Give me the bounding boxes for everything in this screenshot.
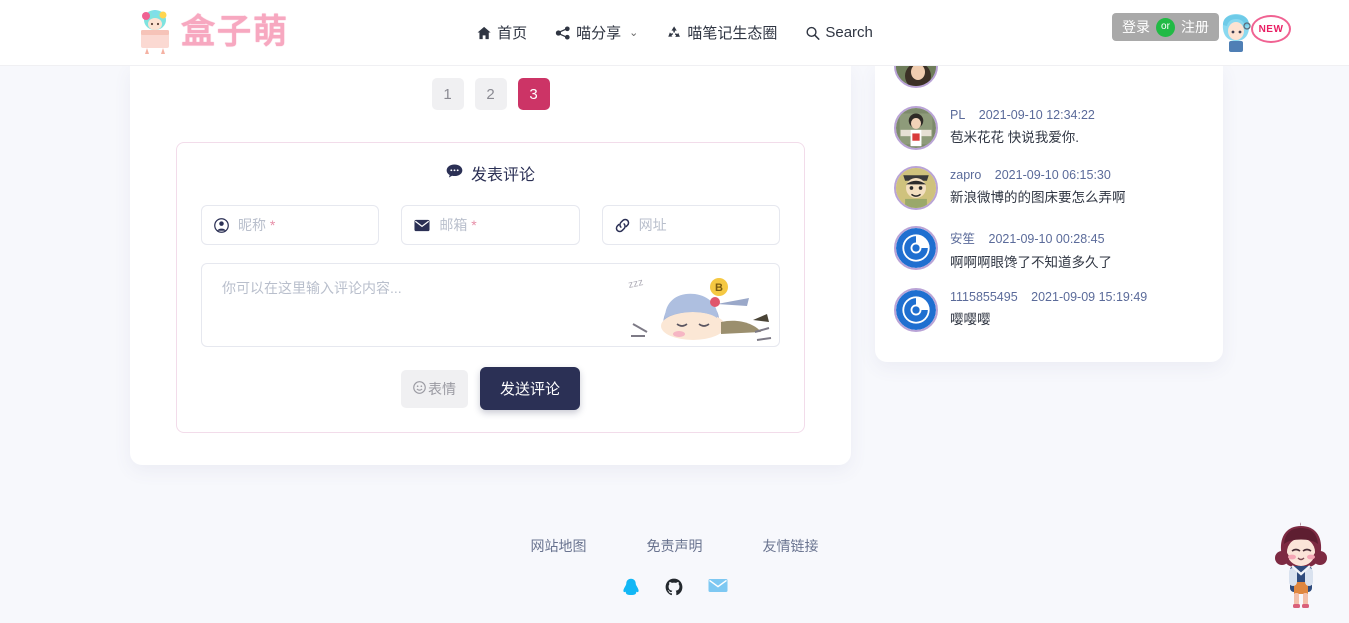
emoji-button[interactable]: 表情	[400, 369, 468, 408]
comment-author: 1115855495	[950, 289, 1018, 304]
svg-text:B: B	[715, 282, 723, 294]
comment-text: 苞米花花 快说我爱你.	[950, 130, 1080, 145]
blue-haired-girl-icon	[1217, 13, 1255, 53]
comment-text: 嘤嘤嘤	[950, 311, 991, 327]
pagination: 1 2 3	[130, 66, 851, 128]
comment-meta: 1115855495 2021-09-09 15:19:49	[950, 290, 1147, 304]
chibi-girl-widget-icon[interactable]	[1265, 520, 1337, 615]
search-icon	[805, 26, 820, 40]
comment-author: zapro	[950, 168, 982, 182]
website-placeholder: 网址	[638, 217, 667, 233]
comment-bubble-icon	[446, 163, 463, 183]
page-button-2[interactable]: 2	[474, 78, 507, 110]
sleeping-chibi-icon: zzz B	[603, 266, 777, 346]
page-body: 1 2 3 发表评论 昵称 * 邮箱 * 网址 你可以在这里输入评论内容... …	[0, 66, 1349, 623]
nav-label-home: 首页	[497, 25, 528, 42]
comment-textarea-placeholder: 你可以在这里输入评论内容...	[222, 280, 402, 296]
or-badge: or	[1156, 17, 1175, 37]
main-content-card: 1 2 3 发表评论 昵称 * 邮箱 * 网址 你可以在这里输入评论内容... …	[130, 66, 851, 465]
comment-list: PL 2021-09-10 12:34:22 苞米花花 快说我爱你. zapro…	[875, 66, 1223, 340]
comment-meta: zapro 2021-09-10 06:15:30	[950, 168, 1126, 182]
comment-body: 1115855495 2021-09-09 15:19:49 嘤嘤嘤	[950, 288, 1147, 329]
email-icon[interactable]	[708, 578, 728, 602]
nav-label-ecosystem: 喵笔记生态圈	[687, 25, 778, 42]
user-icon	[214, 217, 229, 233]
share-icon	[555, 25, 570, 40]
box-girl-mascot-icon	[133, 8, 177, 56]
nav-item-ecosystem[interactable]: 喵笔记生态圈	[666, 22, 777, 43]
comment-author: PL	[950, 108, 966, 122]
footer-social-links	[0, 578, 1349, 602]
nav-item-search[interactable]: Search	[805, 24, 873, 41]
smiley-icon	[413, 380, 426, 397]
cartoon-avatar-icon	[894, 166, 938, 210]
default-spiral-avatar-icon	[894, 226, 938, 270]
default-spiral-avatar-icon	[894, 287, 938, 332]
comment-time: 2021-09-10 12:34:22	[978, 108, 1095, 122]
comment-author: 安笙	[950, 232, 976, 246]
comment-body: 安笙 2021-09-10 00:28:45 啊啊啊眼馋了不知道多久了	[950, 226, 1112, 272]
comment-form-fields: 昵称 * 邮箱 * 网址	[201, 205, 780, 245]
list-item[interactable]: 安笙 2021-09-10 00:28:45 啊啊啊眼馋了不知道多久了	[875, 218, 1223, 280]
list-item[interactable]: zapro 2021-09-10 06:15:30 新浪微博的的图床要怎么弄啊	[875, 158, 1223, 218]
submit-comment-button[interactable]: 发送评论	[479, 367, 580, 410]
email-placeholder: 邮箱 *	[439, 217, 477, 233]
footer-links: 网站地图 免责声明 友情链接	[0, 536, 1349, 556]
photo-avatar-icon	[894, 106, 938, 150]
email-required-mark: *	[471, 217, 477, 233]
footer-link-friends[interactable]: 友情链接	[763, 536, 819, 556]
nickname-required-mark: *	[269, 217, 276, 233]
email-field[interactable]: 邮箱 *	[401, 205, 580, 245]
recent-comments-sidebar: PL 2021-09-10 12:34:22 苞米花花 快说我爱你. zapro…	[875, 66, 1223, 362]
svg-text:zzz: zzz	[627, 277, 644, 291]
comment-textarea[interactable]: 你可以在这里输入评论内容... zzz B	[201, 263, 780, 347]
link-icon	[615, 218, 630, 233]
main-navigation: 首页 喵分享 ⌄ 喵笔记生态圈 Search	[476, 22, 873, 43]
page-button-1[interactable]: 1	[431, 78, 464, 110]
nav-label-search: Search	[825, 24, 873, 41]
comment-meta: PL 2021-09-10 12:34:22	[950, 108, 1095, 122]
page-button-3-active[interactable]: 3	[517, 78, 550, 110]
list-item[interactable]: 1115855495 2021-09-09 15:19:49 嘤嘤嘤	[875, 280, 1223, 340]
comment-body: zapro 2021-09-10 06:15:30 新浪微博的的图床要怎么弄啊	[950, 166, 1126, 207]
comment-text: 新浪微博的的图床要怎么弄啊	[950, 190, 1126, 205]
comment-form-title: 发表评论	[201, 161, 780, 185]
qq-icon[interactable]	[622, 578, 640, 602]
site-logo[interactable]: 盒子萌	[133, 8, 289, 56]
site-header: 盒子萌 首页 喵分享 ⌄ 喵笔记生态圈 Search 登录 or 注册 NEW	[0, 0, 1349, 66]
new-badge-bubble: NEW	[1251, 15, 1291, 43]
comment-time: 2021-09-10 00:28:45	[988, 232, 1105, 246]
nickname-placeholder: 昵称 *	[238, 217, 276, 233]
comment-form-title-text: 发表评论	[470, 167, 535, 184]
github-icon[interactable]	[665, 578, 683, 602]
auth-area: 登录 or 注册 NEW	[1112, 13, 1291, 53]
site-footer: 网站地图 免责声明 友情链接 © 2021 盒子萌 |	[0, 536, 1349, 623]
nickname-field[interactable]: 昵称 *	[201, 205, 380, 245]
login-label: 登录	[1122, 19, 1150, 35]
comment-meta: 安笙 2021-09-10 00:28:45	[950, 228, 1112, 247]
list-item[interactable]: PL 2021-09-10 12:34:22 苞米花花 快说我爱你.	[875, 98, 1223, 158]
comment-text: 啊啊啊眼馋了不知道多久了	[950, 255, 1112, 270]
chevron-down-icon: ⌄	[629, 27, 639, 39]
emoji-button-label: 表情	[427, 380, 456, 397]
comment-form: 发表评论 昵称 * 邮箱 * 网址 你可以在这里输入评论内容... zzz B …	[176, 142, 805, 433]
nav-item-share[interactable]: 喵分享 ⌄	[555, 22, 638, 43]
footer-link-sitemap[interactable]: 网站地图	[531, 536, 587, 556]
nav-item-home[interactable]: 首页	[476, 22, 527, 43]
home-icon	[476, 26, 491, 40]
envelope-icon	[414, 219, 430, 232]
comment-time: 2021-09-10 06:15:30	[994, 168, 1111, 182]
nav-label-share: 喵分享	[576, 25, 622, 42]
comment-body: PL 2021-09-10 12:34:22 苞米花花 快说我爱你.	[950, 106, 1095, 147]
footer-link-disclaimer[interactable]: 免责声明	[647, 536, 703, 556]
comment-form-actions: 表情 发送评论	[201, 367, 780, 410]
recycle-icon	[666, 25, 681, 40]
login-register-button[interactable]: 登录 or 注册	[1112, 13, 1219, 41]
website-field[interactable]: 网址	[601, 205, 780, 245]
comment-time: 2021-09-09 15:19:49	[1031, 289, 1148, 304]
register-label: 注册	[1181, 19, 1209, 35]
site-logo-text: 盒子萌	[181, 13, 289, 51]
